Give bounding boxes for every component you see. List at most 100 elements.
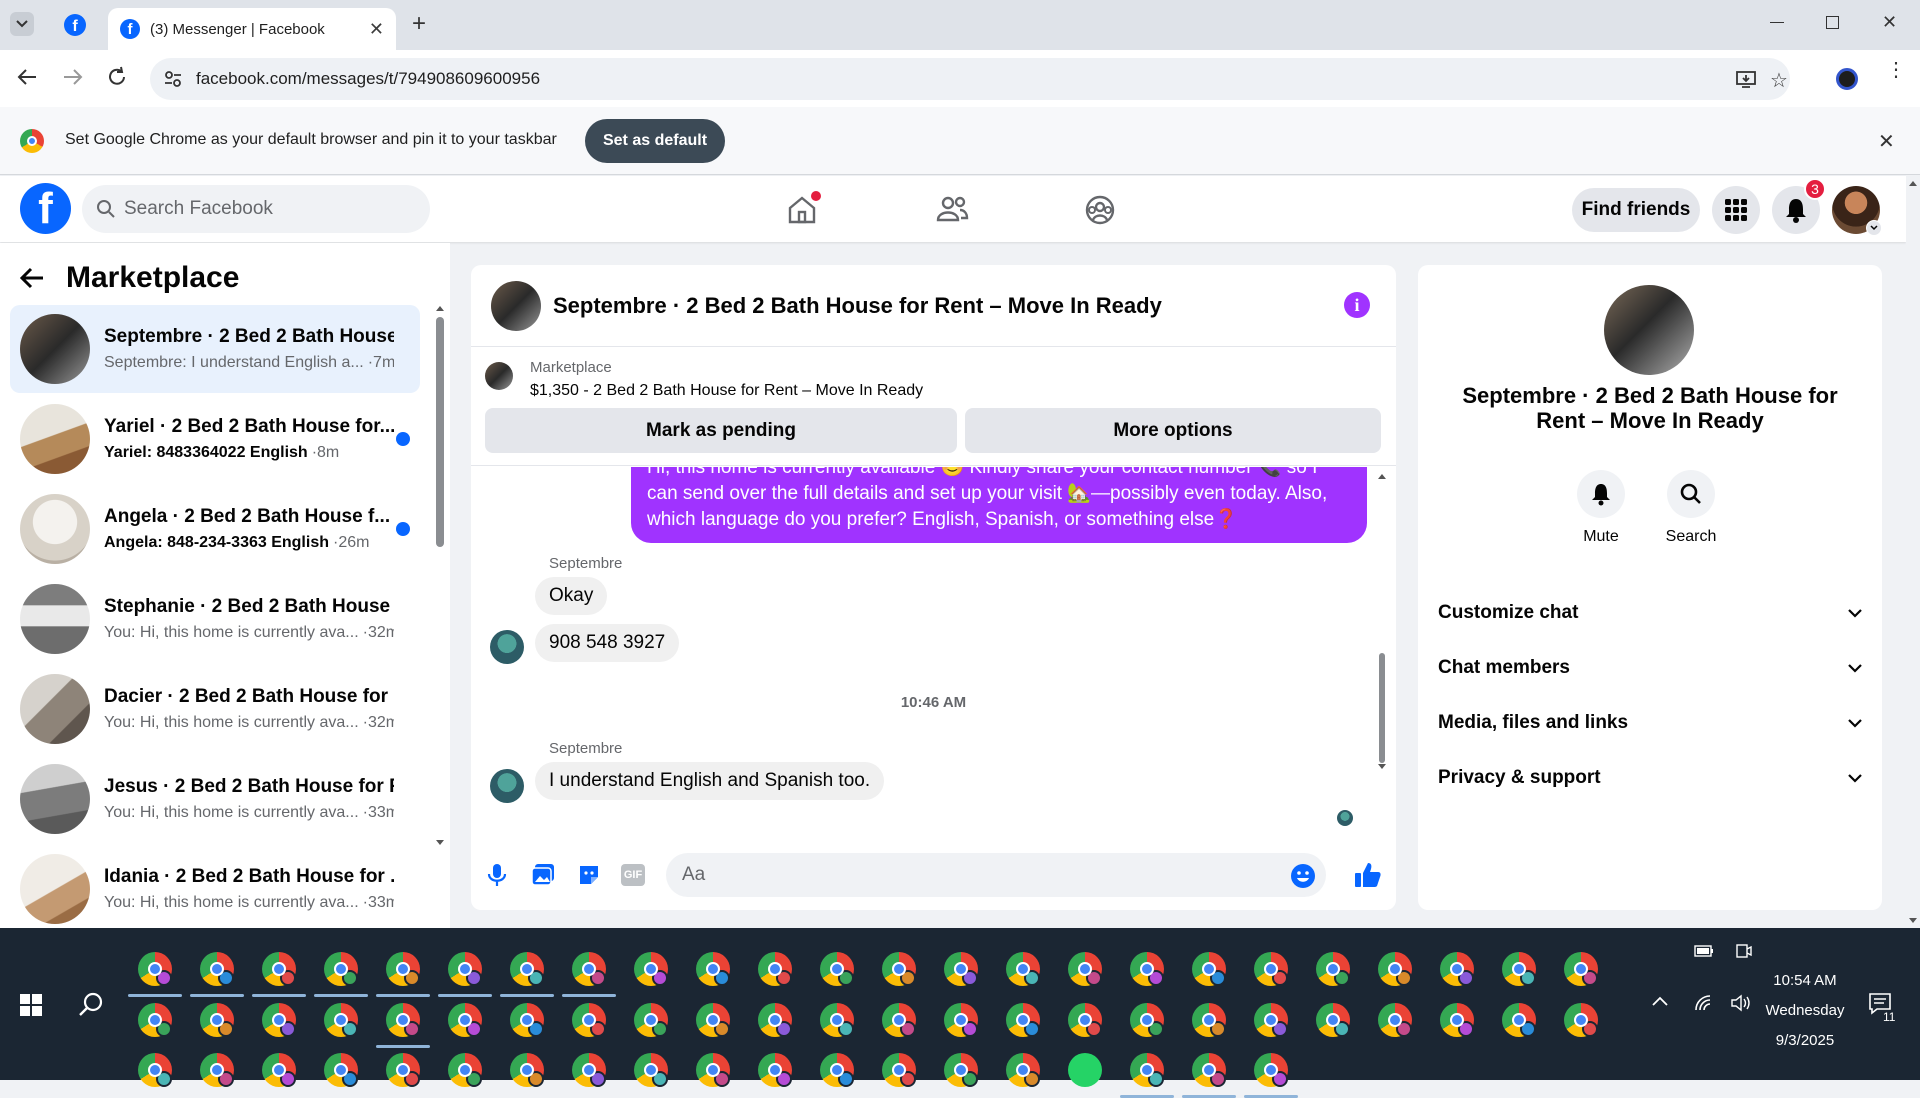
chrome-profile-icon[interactable]: [138, 1003, 172, 1037]
forward-icon[interactable]: [62, 66, 84, 88]
back-icon[interactable]: [16, 66, 38, 88]
chrome-profile-icon[interactable]: [882, 1053, 916, 1087]
tab-messenger[interactable]: f (3) Messenger | Facebook ✕: [108, 8, 396, 50]
chrome-profile-icon[interactable]: [882, 952, 916, 986]
show-hidden-icons-chevron-icon[interactable]: [1652, 996, 1668, 1006]
details-section-item[interactable]: Chat members: [1438, 648, 1862, 688]
chrome-profile-icon[interactable]: [1192, 952, 1226, 986]
chrome-profile-icon[interactable]: [1502, 952, 1536, 986]
close-infobar-icon[interactable]: ✕: [1878, 129, 1895, 154]
conversation-item[interactable]: Septembre · 2 Bed 2 Bath House... Septemb…: [10, 305, 420, 393]
facebook-logo-icon[interactable]: f: [20, 183, 71, 234]
chrome-profile-icon[interactable]: [696, 1003, 730, 1037]
conversation-item[interactable]: Stephanie · 2 Bed 2 Bath House ... You: H…: [10, 575, 420, 663]
chrome-profile-icon[interactable]: [1564, 952, 1598, 986]
chrome-profile-icon[interactable]: [634, 1003, 668, 1037]
menu-grid-icon[interactable]: [1712, 186, 1760, 234]
chrome-profile-icon[interactable]: [200, 1003, 234, 1037]
chrome-profile-icon[interactable]: [1006, 1053, 1040, 1087]
conversation-item[interactable]: Jesus · 2 Bed 2 Bath House for R... You: …: [10, 755, 420, 843]
chrome-profile-icon[interactable]: [820, 1053, 854, 1087]
camera-icon[interactable]: [1736, 943, 1752, 959]
chrome-profile-icon[interactable]: [1254, 952, 1288, 986]
gif-icon[interactable]: GIF: [621, 864, 645, 886]
chrome-profile-icon[interactable]: [386, 952, 420, 986]
chrome-profile-icon[interactable]: [262, 1053, 296, 1087]
emoji-icon[interactable]: [1290, 863, 1316, 889]
incoming-message-phone[interactable]: 908 548 3927: [535, 624, 680, 662]
chrome-profile-icon[interactable]: [1440, 952, 1474, 986]
mute-action[interactable]: Mute: [1561, 470, 1641, 546]
chrome-profile-icon[interactable]: [1006, 952, 1040, 986]
start-windows-icon[interactable]: [20, 994, 42, 1016]
incoming-message-language[interactable]: I understand English and Spanish too.: [535, 762, 885, 800]
chrome-profile-icon[interactable]: [572, 1003, 606, 1037]
sender-avatar[interactable]: [490, 630, 524, 664]
sticker-icon[interactable]: [577, 863, 601, 887]
find-friends-button[interactable]: Find friends: [1572, 188, 1700, 232]
chrome-profile-icon[interactable]: [324, 952, 358, 986]
chrome-profile-icon[interactable]: [1068, 952, 1102, 986]
chrome-profile-icon[interactable]: [1316, 1003, 1350, 1037]
chrome-profile-icon[interactable]: [1502, 1003, 1536, 1037]
volume-icon[interactable]: [1730, 994, 1752, 1012]
conversation-item[interactable]: Yariel · 2 Bed 2 Bath House for... Yariel…: [10, 395, 420, 483]
outgoing-message-bubble[interactable]: Hi, this home is currently available 😊 K…: [631, 467, 1367, 543]
conversation-item[interactable]: Dacier · 2 Bed 2 Bath House for ... You: …: [10, 665, 420, 753]
chrome-profile-icon[interactable]: [138, 952, 172, 986]
more-options-button[interactable]: More options: [965, 408, 1381, 453]
chrome-profile-icon[interactable]: [448, 1053, 482, 1087]
chrome-profile-icon[interactable]: [448, 952, 482, 986]
whatsapp-icon[interactable]: [1068, 1053, 1102, 1087]
site-info-icon[interactable]: [164, 70, 182, 88]
battery-icon[interactable]: [1694, 945, 1714, 957]
message-input[interactable]: Aa: [666, 853, 1326, 897]
chrome-profile-icon[interactable]: [758, 952, 792, 986]
chrome-profile-icon[interactable]: [1130, 1053, 1164, 1087]
chrome-profile-icon[interactable]: [572, 952, 606, 986]
chrome-profile-icon[interactable]: [1378, 952, 1412, 986]
chrome-profile-icon[interactable]: [386, 1053, 420, 1087]
photo-icon[interactable]: [531, 863, 555, 887]
chrome-profile-icon[interactable]: [1254, 1053, 1288, 1087]
details-section-item[interactable]: Privacy & support: [1438, 758, 1862, 798]
set-as-default-button[interactable]: Set as default: [585, 119, 725, 163]
chrome-profile-icon[interactable]: [882, 1003, 916, 1037]
chrome-profile-icon[interactable]: [758, 1003, 792, 1037]
conversation-item[interactable]: Angela · 2 Bed 2 Bath House f... Angela: …: [10, 485, 420, 573]
taskbar-clock[interactable]: 10:54 AM Wednesday 9/3/2025: [1755, 966, 1855, 1056]
profile-avatar-icon[interactable]: [1836, 68, 1858, 90]
chrome-profile-icon[interactable]: [696, 952, 730, 986]
chrome-profile-icon[interactable]: [1378, 1003, 1412, 1037]
install-app-icon[interactable]: [1736, 69, 1756, 89]
search-action[interactable]: Search: [1651, 470, 1731, 546]
chrome-profile-icon[interactable]: [448, 1003, 482, 1037]
account-chevron-icon[interactable]: [1866, 220, 1882, 236]
groups-icon[interactable]: [1078, 188, 1122, 232]
back-arrow-icon[interactable]: [20, 267, 44, 289]
info-icon[interactable]: i: [1344, 292, 1370, 318]
bookmark-star-icon[interactable]: ☆: [1770, 68, 1788, 93]
chrome-profile-icon[interactable]: [1068, 1003, 1102, 1037]
new-tab-icon[interactable]: +: [412, 10, 426, 38]
chrome-profile-icon[interactable]: [200, 952, 234, 986]
chrome-profile-icon[interactable]: [200, 1053, 234, 1087]
chrome-profile-icon[interactable]: [1316, 952, 1350, 986]
listing-thumbnail[interactable]: [485, 362, 513, 390]
tab-search-icon[interactable]: [10, 12, 34, 36]
home-icon[interactable]: [780, 188, 824, 232]
minimize-icon[interactable]: [1770, 22, 1784, 23]
chrome-profile-icon[interactable]: [1192, 1003, 1226, 1037]
chrome-profile-icon[interactable]: [696, 1053, 730, 1087]
address-bar[interactable]: facebook.com/messages/t/794908609600956 …: [150, 58, 1790, 100]
close-tab-icon[interactable]: ✕: [369, 19, 384, 40]
chrome-profile-icon[interactable]: [262, 952, 296, 986]
chrome-profile-icon[interactable]: [634, 1053, 668, 1087]
details-section-item[interactable]: Media, files and links: [1438, 703, 1862, 743]
chrome-profile-icon[interactable]: [1006, 1003, 1040, 1037]
chrome-profile-icon[interactable]: [820, 1003, 854, 1037]
conversation-scrollbar[interactable]: [435, 303, 445, 848]
chrome-profile-icon[interactable]: [324, 1053, 358, 1087]
friends-icon[interactable]: [930, 188, 974, 232]
details-section-item[interactable]: Customize chat: [1438, 593, 1862, 633]
